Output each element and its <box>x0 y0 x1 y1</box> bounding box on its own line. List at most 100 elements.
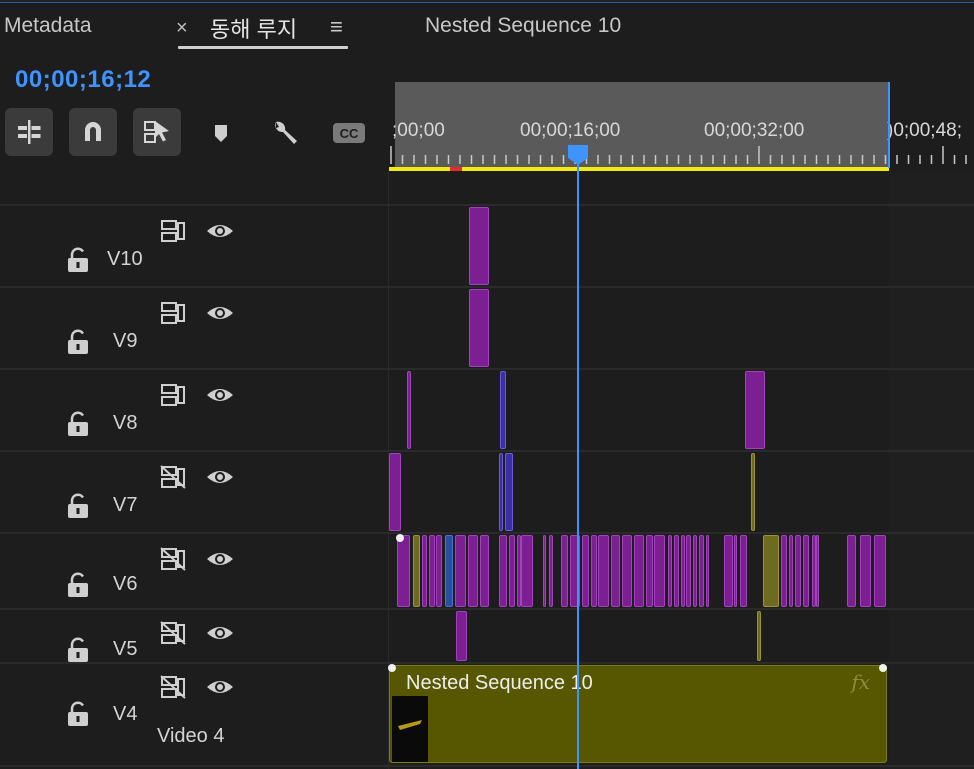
timeline-clip[interactable] <box>847 535 856 607</box>
track-lock-icon[interactable] <box>66 493 90 519</box>
timeline-clip[interactable] <box>681 535 685 607</box>
playhead-line[interactable] <box>577 150 579 769</box>
captions-button[interactable]: CC <box>332 116 366 150</box>
timeline-clip[interactable] <box>413 535 420 607</box>
timeline-clip[interactable] <box>668 535 672 607</box>
timeline-clip[interactable] <box>436 535 442 607</box>
sync-lock-off-icon[interactable] <box>160 621 186 645</box>
timeline-clip[interactable] <box>634 535 644 607</box>
track-name-v6[interactable]: V6 <box>113 573 137 596</box>
timeline-clip[interactable] <box>686 535 691 607</box>
timeline-clip[interactable] <box>422 535 427 607</box>
track-visibility-eye-icon[interactable] <box>206 467 234 487</box>
timeline-clip[interactable] <box>724 535 733 607</box>
timeline-clip[interactable] <box>561 535 568 607</box>
timeline-clip[interactable] <box>740 535 747 607</box>
timeline-clip[interactable] <box>543 535 546 607</box>
timeline-clip[interactable] <box>445 535 453 607</box>
timeline-clip[interactable] <box>622 535 632 607</box>
track-name-v9[interactable]: V9 <box>113 330 137 353</box>
track-visibility-eye-icon[interactable] <box>206 385 234 405</box>
timeline-clip[interactable] <box>598 535 609 607</box>
timeline-clip[interactable] <box>611 535 620 607</box>
timeline-clip[interactable] <box>521 535 533 607</box>
track-visibility-eye-icon[interactable] <box>206 303 234 323</box>
timeline-clip[interactable] <box>860 535 871 607</box>
timeline-clip[interactable] <box>745 371 765 449</box>
timeline-clip[interactable] <box>763 535 779 607</box>
track-name-v5[interactable]: V5 <box>113 638 137 661</box>
timeline-clip[interactable] <box>803 535 809 607</box>
linked-selection-button[interactable] <box>133 108 181 156</box>
work-area-end[interactable] <box>888 82 890 168</box>
fx-badge-icon[interactable]: fx <box>851 670 870 694</box>
timeline-clip[interactable] <box>499 535 507 607</box>
track-visibility-eye-icon[interactable] <box>206 221 234 241</box>
track-name-v7[interactable]: V7 <box>113 494 137 517</box>
timeline-clip[interactable] <box>706 535 709 607</box>
sync-lock-icon[interactable] <box>160 301 186 325</box>
track-lock-icon[interactable] <box>66 572 90 598</box>
timeline-clip[interactable] <box>654 535 665 607</box>
track-lock-icon[interactable] <box>66 329 90 355</box>
timeline-clip[interactable] <box>816 535 819 607</box>
timeline-clip[interactable] <box>389 453 401 531</box>
timeline-clip[interactable] <box>469 289 489 367</box>
sync-lock-off-icon[interactable] <box>160 675 186 699</box>
timeline-clip[interactable] <box>789 535 793 607</box>
timeline-clip[interactable] <box>646 535 653 607</box>
timeline-clip[interactable] <box>499 453 503 531</box>
tab-metadata[interactable]: Metadata <box>4 14 92 38</box>
tab-close-button[interactable]: × <box>176 17 188 40</box>
timeline-clip[interactable] <box>509 535 515 607</box>
time-ruler[interactable]: ;00;00 00;00;16;00 00;00;32;00 )0;00;48; <box>389 82 974 172</box>
timeline-clip[interactable] <box>591 535 597 607</box>
timeline-clip[interactable] <box>455 535 466 607</box>
timeline-clip[interactable] <box>582 535 589 607</box>
track-visibility-eye-icon[interactable] <box>206 549 234 569</box>
timeline-clip[interactable] <box>874 535 886 607</box>
timeline-clip[interactable] <box>429 535 435 607</box>
sync-lock-off-icon[interactable] <box>160 465 186 489</box>
tab-nested-sequence[interactable]: Nested Sequence 10 <box>425 14 621 38</box>
playhead-handle[interactable] <box>567 144 589 166</box>
tab-menu-icon[interactable]: ≡ <box>330 14 343 40</box>
track-name-v4[interactable]: V4 <box>113 703 137 726</box>
timeline-clip[interactable] <box>407 371 411 449</box>
timeline-clip[interactable] <box>734 535 737 607</box>
timeline-clip[interactable] <box>781 535 787 607</box>
insert-edit-button[interactable] <box>5 108 53 156</box>
timeline-clip[interactable] <box>500 371 506 449</box>
timeline-clip[interactable] <box>699 535 704 607</box>
timeline-clip[interactable] <box>674 535 679 607</box>
timeline-clip[interactable] <box>795 535 801 607</box>
nested-sequence-clip[interactable]: Nested Sequence 10 fx <box>389 665 887 763</box>
timeline-clip[interactable] <box>757 611 761 661</box>
timeline-clip[interactable] <box>456 611 467 661</box>
timeline-clip[interactable] <box>751 453 755 531</box>
timeline-clip[interactable] <box>693 535 697 607</box>
playhead-timecode[interactable]: 00;00;16;12 <box>15 66 151 94</box>
sync-lock-off-icon[interactable] <box>160 547 186 571</box>
timeline-empty-area[interactable] <box>889 172 974 769</box>
track-lock-icon[interactable] <box>66 411 90 437</box>
track-lock-icon[interactable] <box>66 637 90 663</box>
timeline-clip[interactable] <box>505 453 513 531</box>
track-lock-icon[interactable] <box>66 247 90 273</box>
timeline-clip[interactable] <box>469 207 489 285</box>
timeline-clip[interactable] <box>480 535 489 607</box>
track-name-v8[interactable]: V8 <box>113 412 137 435</box>
track-visibility-eye-icon[interactable] <box>206 623 234 643</box>
track-name-v10[interactable]: V10 <box>107 248 143 271</box>
sync-lock-icon[interactable] <box>160 383 186 407</box>
track-visibility-eye-icon[interactable] <box>206 677 234 697</box>
timeline-settings-button[interactable] <box>268 116 302 150</box>
sync-lock-icon[interactable] <box>160 219 186 243</box>
add-marker-button[interactable] <box>204 116 238 150</box>
tab-active-sequence[interactable]: 동해 루지 <box>210 12 297 44</box>
timeline-clip[interactable] <box>397 535 410 607</box>
track-lock-icon[interactable] <box>66 701 90 727</box>
snap-button[interactable] <box>69 108 117 156</box>
timeline-clip[interactable] <box>549 535 553 607</box>
timeline-clip[interactable] <box>468 535 478 607</box>
